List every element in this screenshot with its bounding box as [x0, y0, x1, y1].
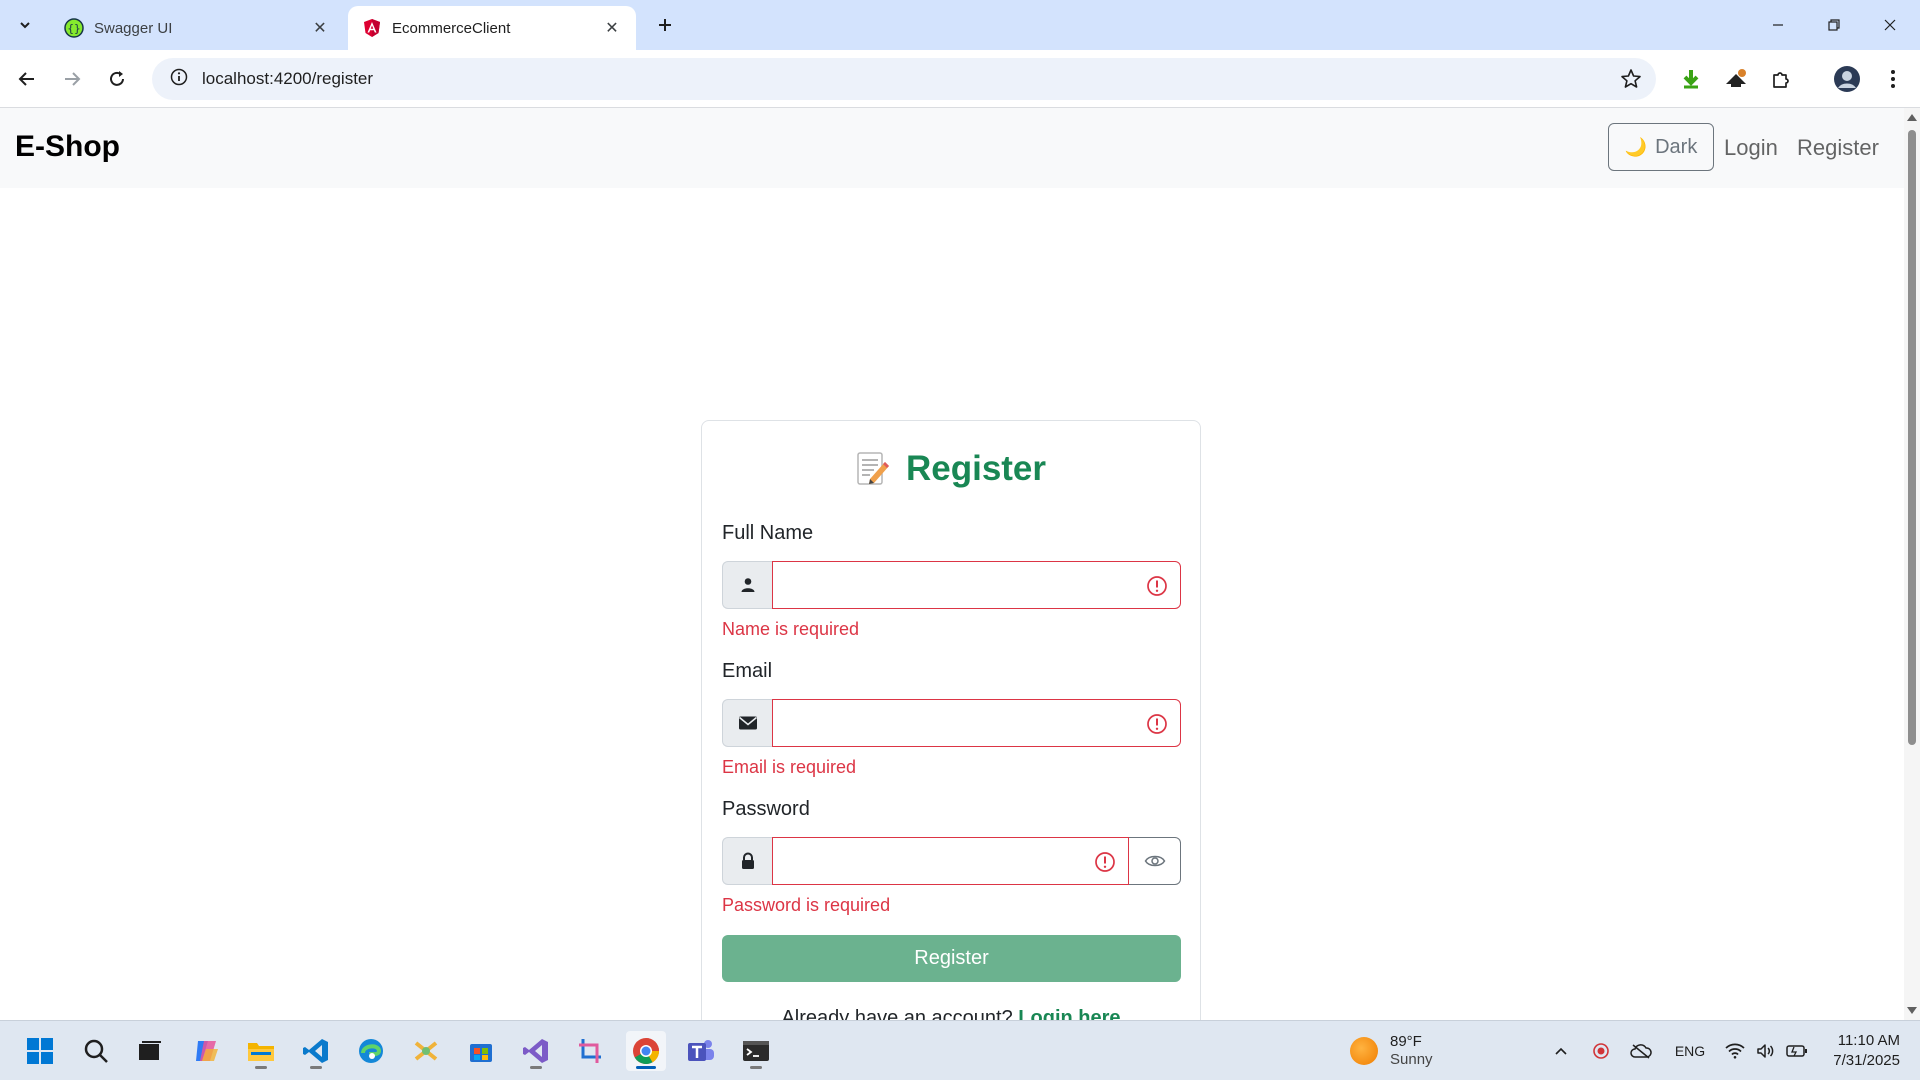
profile-avatar-icon[interactable]: [1832, 64, 1862, 94]
envelope-icon: [722, 699, 772, 747]
toggle-password-eye-icon[interactable]: [1129, 837, 1181, 885]
svg-text:{}: {}: [67, 22, 80, 35]
teams-icon[interactable]: [681, 1031, 721, 1071]
show-hidden-icons-chevron-icon[interactable]: [1549, 1039, 1573, 1063]
login-here-link[interactable]: Login here: [1018, 1007, 1120, 1020]
full-name-error: Name is required: [722, 619, 860, 639]
weather-condition: Sunny: [1390, 1051, 1433, 1068]
edge-icon[interactable]: [351, 1031, 391, 1071]
moon-icon: 🌙: [1624, 136, 1648, 157]
browser-tab-strip: {} Swagger UI ✕ EcommerceClient ✕: [0, 0, 1920, 50]
task-view-icon[interactable]: [130, 1031, 170, 1071]
clock-date: 7/31/2025: [1833, 1052, 1900, 1069]
onedrive-offline-icon[interactable]: [1628, 1039, 1654, 1063]
weather-temp: 89°F: [1390, 1033, 1422, 1050]
register-card: Register Full Name Name is required Emai…: [701, 420, 1201, 1020]
git-tool-icon[interactable]: [406, 1031, 446, 1071]
nav-link-login[interactable]: Login: [1724, 135, 1778, 161]
minimize-icon[interactable]: [1750, 0, 1806, 50]
weather-widget[interactable]: 89°F Sunny: [1350, 1031, 1433, 1071]
page-title: Register: [702, 449, 1200, 489]
error-icon: [1094, 851, 1116, 873]
clock-time: 11:10 AM: [1837, 1032, 1900, 1049]
scroll-up-arrow-icon[interactable]: [1907, 114, 1917, 121]
person-icon: [722, 561, 772, 609]
email-error: Email is required: [722, 757, 857, 777]
tab-title: Swagger UI: [94, 19, 173, 37]
sun-icon: [1350, 1037, 1378, 1065]
password-group: [722, 837, 1181, 885]
full-name-label: Full Name: [722, 522, 814, 544]
login-prompt: Already have an account? Login here: [702, 1007, 1200, 1020]
microsoft-store-icon[interactable]: [461, 1031, 501, 1071]
email-label: Email: [722, 660, 773, 682]
page-title-text: Register: [905, 449, 1047, 488]
recording-tray-icon[interactable]: [1589, 1039, 1613, 1063]
full-name-input[interactable]: [772, 561, 1181, 609]
back-arrow-icon[interactable]: [12, 64, 42, 94]
error-icon: [1146, 575, 1168, 597]
snipping-tool-icon[interactable]: [571, 1031, 611, 1071]
forward-arrow-icon[interactable]: [57, 64, 87, 94]
lock-icon: [722, 837, 772, 885]
chrome-icon[interactable]: [626, 1031, 666, 1071]
swagger-icon: {}: [64, 18, 84, 38]
password-input[interactable]: [772, 837, 1129, 885]
url-text: localhost:4200/register: [202, 69, 374, 88]
download-extension-icon[interactable]: [1676, 64, 1706, 94]
windows-start-icon[interactable]: [20, 1031, 60, 1071]
volume-icon[interactable]: [1753, 1039, 1779, 1063]
copilot-icon[interactable]: [186, 1031, 226, 1071]
search-icon[interactable]: [76, 1031, 116, 1071]
tab-close-icon[interactable]: ✕: [310, 18, 330, 38]
theme-toggle-label: Dark: [1655, 135, 1698, 158]
address-bar[interactable]: localhost:4200/register: [152, 58, 1656, 100]
nav-link-register[interactable]: Register: [1797, 135, 1879, 161]
reload-icon[interactable]: [102, 64, 132, 94]
email-group: [722, 699, 1181, 747]
error-icon: [1146, 713, 1168, 735]
file-explorer-icon[interactable]: [241, 1031, 281, 1071]
memo-icon: [856, 451, 890, 487]
visual-studio-icon[interactable]: [516, 1031, 556, 1071]
language-indicator[interactable]: ENG: [1672, 1039, 1708, 1063]
login-prompt-text: Already have an account?: [781, 1007, 1013, 1020]
windows-taskbar: 89°F Sunny ENG 11:10 AM 7/31/2025: [0, 1020, 1920, 1080]
page-scrollbar[interactable]: [1904, 108, 1920, 1020]
site-navbar: E-Shop 🌙 Dark Login Register: [0, 108, 1904, 188]
page-viewport: E-Shop 🌙 Dark Login Register Register Fu…: [0, 108, 1904, 1020]
browser-toolbar: localhost:4200/register: [0, 50, 1920, 108]
terminal-icon[interactable]: [736, 1031, 776, 1071]
scroll-down-arrow-icon[interactable]: [1907, 1007, 1917, 1014]
tab-search-chevron-icon[interactable]: [11, 11, 39, 39]
full-name-group: [722, 561, 1181, 609]
brand-logo[interactable]: E-Shop: [15, 130, 120, 164]
tab-close-icon[interactable]: ✕: [602, 18, 622, 38]
register-submit-button[interactable]: Register: [722, 935, 1181, 982]
password-label: Password: [722, 798, 810, 820]
email-input[interactable]: [772, 699, 1181, 747]
browser-menu-icon[interactable]: [1878, 64, 1908, 94]
password-error: Password is required: [722, 895, 891, 915]
bookmark-star-icon[interactable]: [1620, 68, 1642, 90]
restore-icon[interactable]: [1806, 0, 1862, 50]
battery-icon[interactable]: [1784, 1039, 1810, 1063]
extensions-puzzle-icon[interactable]: [1766, 64, 1796, 94]
new-tab-plus-icon[interactable]: [651, 11, 679, 39]
system-clock[interactable]: 11:10 AM 7/31/2025: [1815, 1031, 1900, 1071]
scroll-thumb[interactable]: [1908, 130, 1916, 745]
tab-swagger-ui[interactable]: {} Swagger UI ✕: [50, 6, 344, 50]
angular-icon: [362, 18, 382, 38]
tab-title: EcommerceClient: [392, 19, 511, 37]
site-info-icon[interactable]: [170, 68, 188, 91]
vscode-icon[interactable]: [296, 1031, 336, 1071]
wifi-icon[interactable]: [1722, 1039, 1748, 1063]
theme-toggle-button[interactable]: 🌙 Dark: [1608, 123, 1714, 171]
tab-ecommerce-client[interactable]: EcommerceClient ✕: [348, 6, 636, 50]
hat-extension-icon[interactable]: [1721, 64, 1751, 94]
close-window-icon[interactable]: [1862, 0, 1918, 50]
